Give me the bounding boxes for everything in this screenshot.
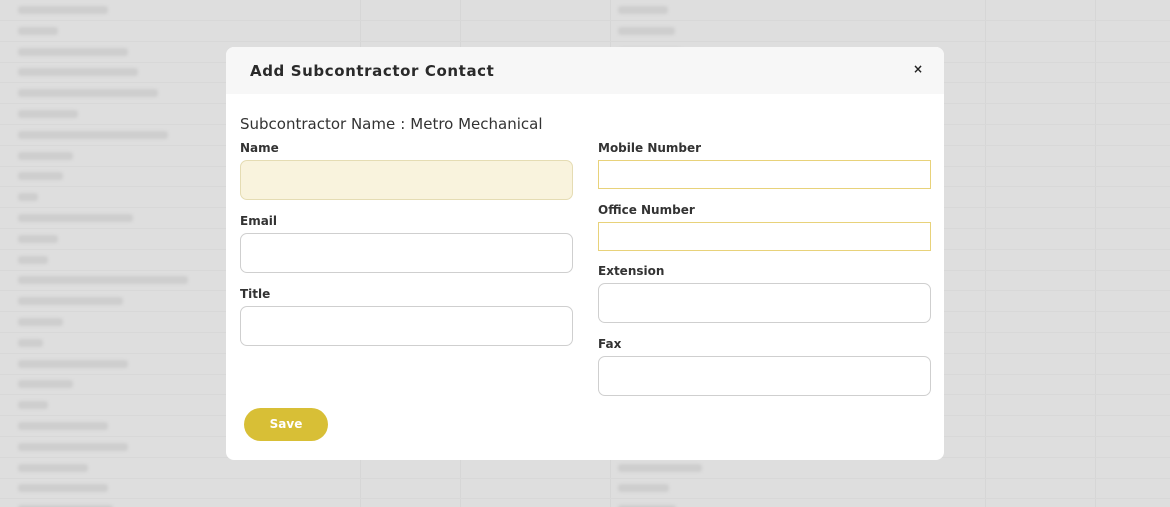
add-subcontractor-contact-modal: Add Subcontractor Contact × Subcontracto… — [226, 47, 944, 460]
close-icon[interactable]: × — [910, 61, 926, 77]
subcontractor-name-label: Subcontractor Name — [240, 115, 396, 133]
subcontractor-name: Subcontractor Name: Metro Mechanical — [240, 115, 543, 133]
mobile-number-label: Mobile Number — [598, 141, 702, 155]
fax-label: Fax — [598, 337, 622, 351]
subcontractor-name-value: Metro Mechanical — [410, 115, 543, 133]
save-button[interactable]: Save — [244, 408, 328, 441]
mobile-number-input[interactable] — [598, 160, 931, 189]
office-number-input[interactable] — [598, 222, 931, 251]
extension-input[interactable] — [598, 283, 931, 323]
modal-title: Add Subcontractor Contact — [250, 62, 495, 80]
extension-label: Extension — [598, 264, 665, 278]
office-number-label: Office Number — [598, 203, 695, 217]
name-input[interactable] — [240, 160, 573, 200]
modal-header: Add Subcontractor Contact × — [226, 47, 944, 94]
fax-input[interactable] — [598, 356, 931, 396]
email-input[interactable] — [240, 233, 573, 273]
email-label: Email — [240, 214, 278, 228]
title-label: Title — [240, 287, 271, 301]
name-label: Name — [240, 141, 279, 155]
title-input[interactable] — [240, 306, 573, 346]
subcontractor-name-separator: : — [400, 115, 406, 133]
